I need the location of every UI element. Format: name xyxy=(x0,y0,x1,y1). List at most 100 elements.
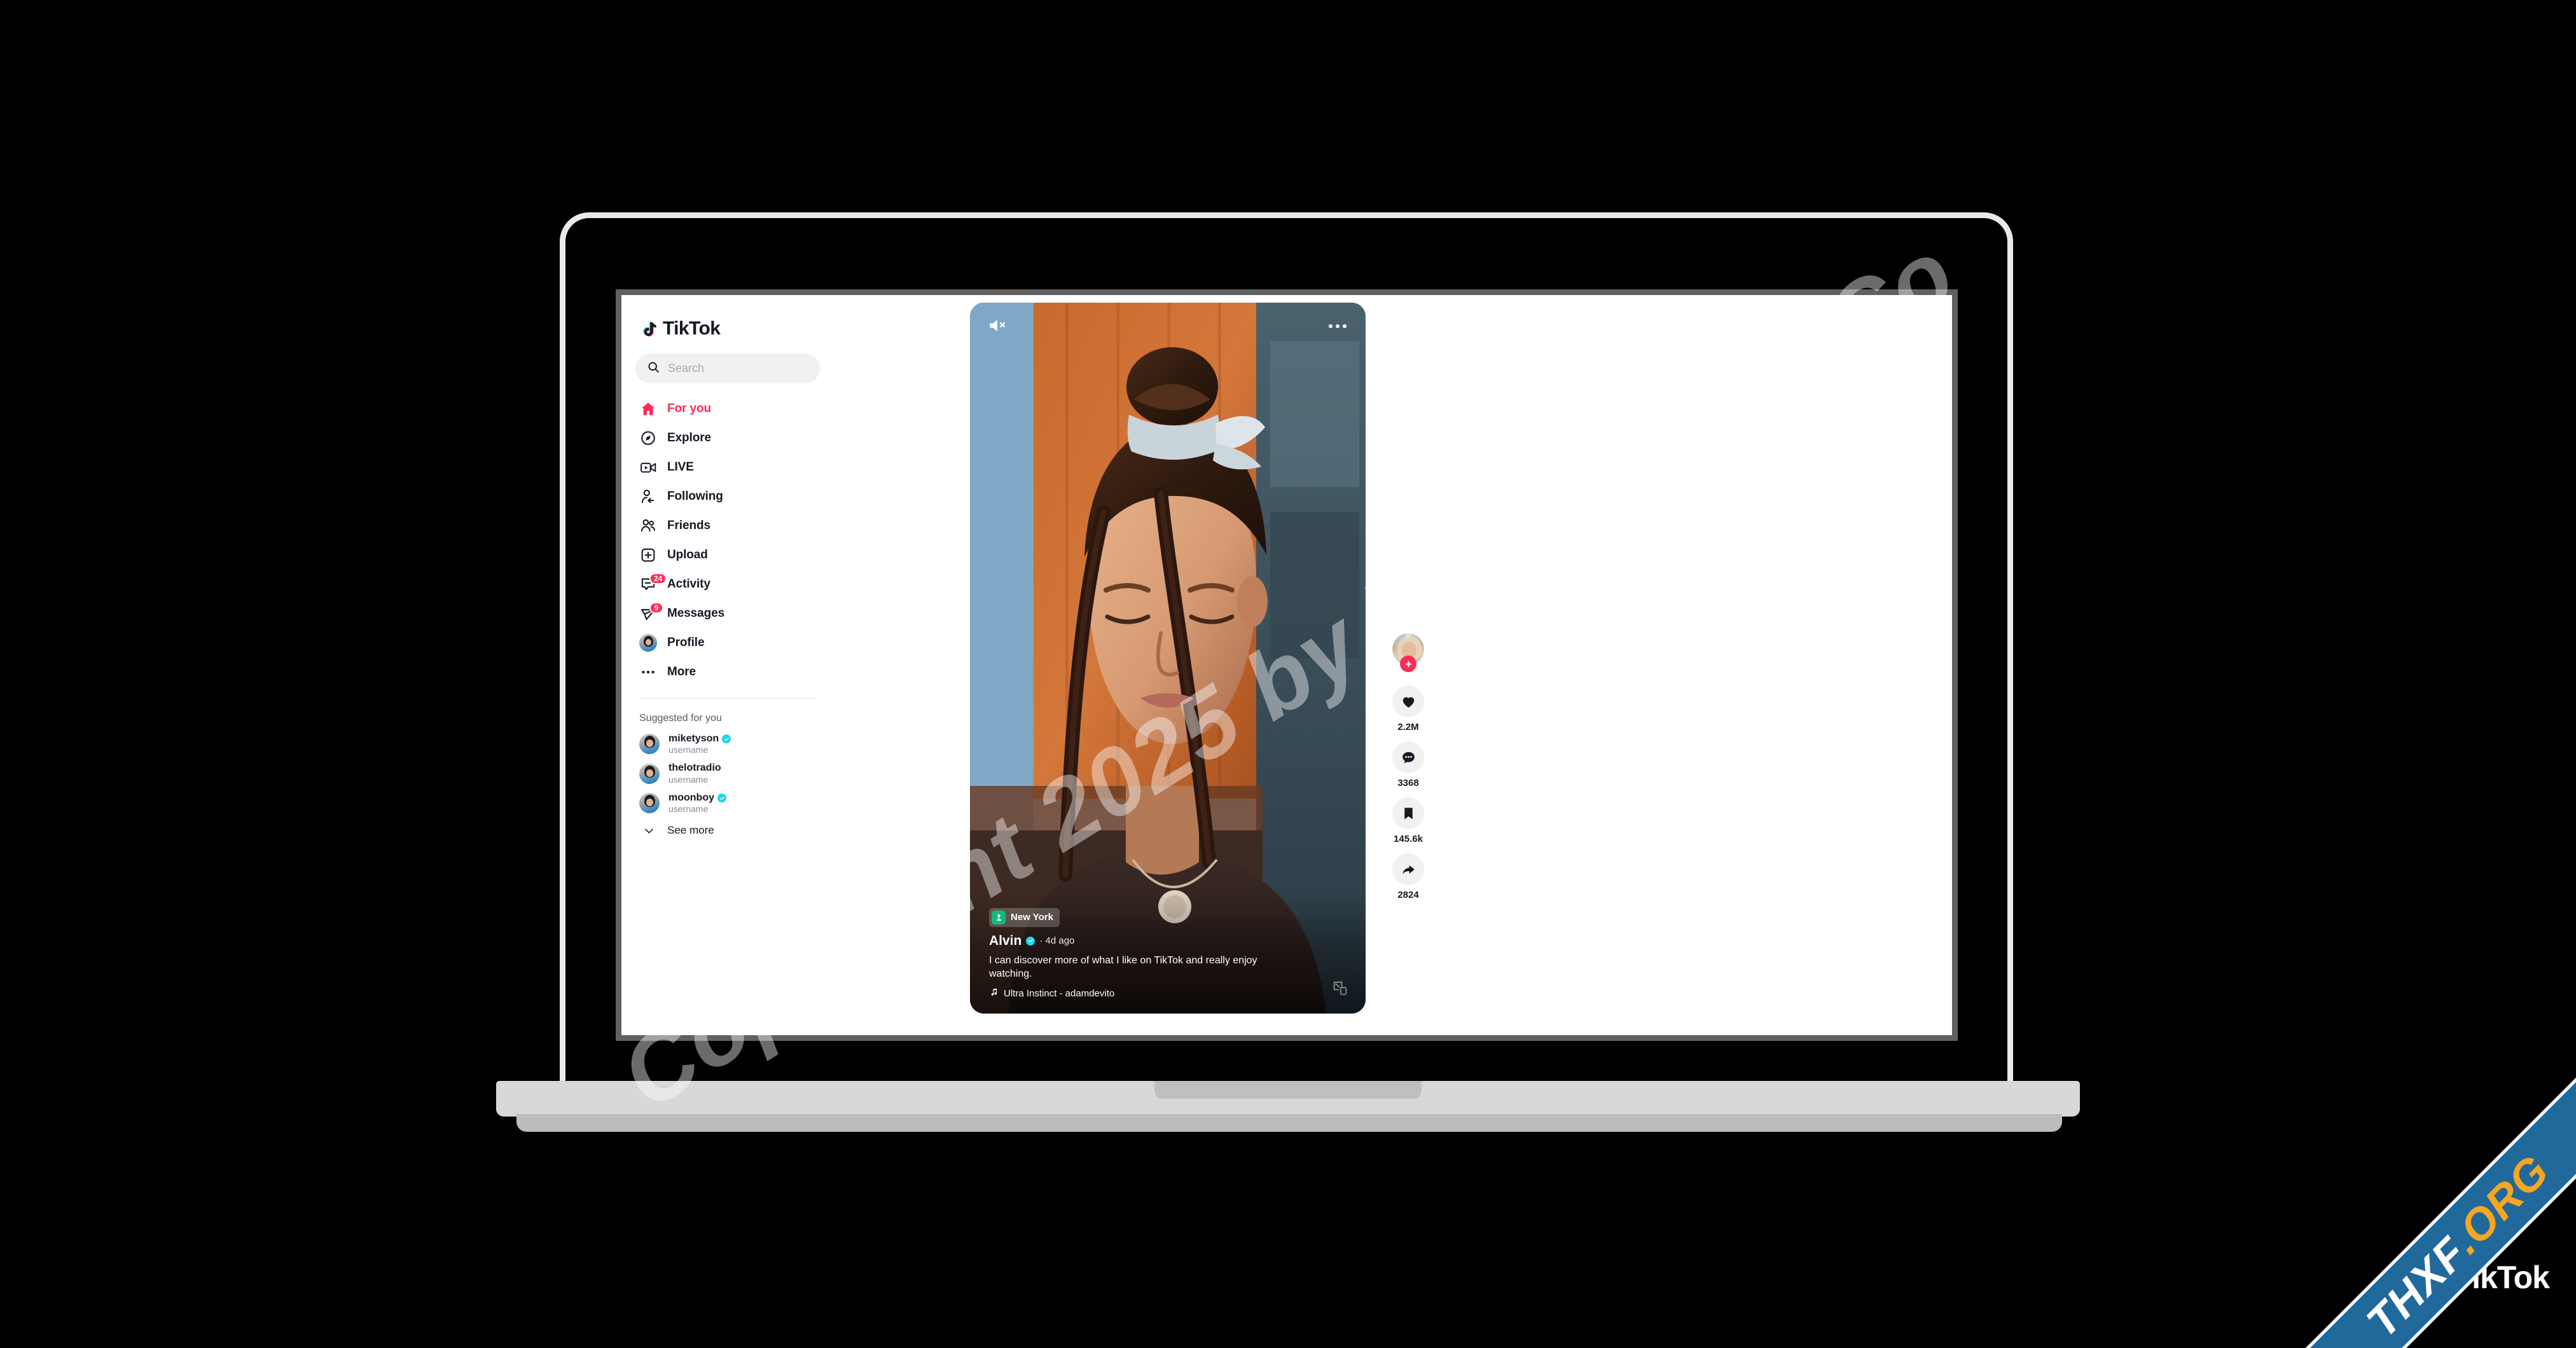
bookmark-count: 145.6k xyxy=(1394,834,1423,844)
corner-brand-watermark: TikTok xyxy=(2411,1259,2550,1296)
screenshot-stage: TikTok Search For you Explore LIVE Follo… xyxy=(0,0,2576,1348)
like-count: 2.2M xyxy=(1397,722,1419,732)
follow-author-button[interactable] xyxy=(1391,632,1425,672)
laptop-base-front xyxy=(516,1114,2062,1132)
sidebar-nav: For you Explore LIVE Following Friends U… xyxy=(635,394,820,687)
author-name: Alvin xyxy=(989,933,1022,948)
avatar-icon xyxy=(639,634,657,652)
sidebar-divider xyxy=(639,698,816,699)
avatar xyxy=(639,763,660,784)
sidebar-item-label: Activity xyxy=(667,577,710,591)
video-author[interactable]: Alvin · 4d ago xyxy=(989,933,1347,949)
sidebar-item-label: LIVE xyxy=(667,460,694,474)
laptop-base-notch xyxy=(1154,1081,1422,1099)
sidebar-item-for-you[interactable]: For you xyxy=(635,394,820,423)
activity-badge: 24 xyxy=(649,573,667,584)
plus-icon xyxy=(1400,656,1416,672)
sidebar-item-live[interactable]: LIVE xyxy=(635,453,820,482)
sidebar-item-friends[interactable]: Friends xyxy=(635,511,820,540)
video-feed: New York Alvin · 4d ago I can discover m… xyxy=(831,295,1952,1035)
bookmark-button[interactable]: 145.6k xyxy=(1392,797,1424,844)
music-note-icon xyxy=(989,987,999,1000)
brand-logo-link[interactable]: TikTok xyxy=(639,318,820,340)
sidebar-item-activity[interactable]: 24 Activity xyxy=(635,570,820,599)
search-placeholder: Search xyxy=(668,362,705,375)
share-icon xyxy=(1392,853,1424,885)
location-pin-icon xyxy=(992,910,1006,925)
share-button[interactable]: 2824 xyxy=(1392,853,1424,900)
tiktok-page: TikTok Search For you Explore LIVE Follo… xyxy=(621,295,1952,1035)
sidebar-item-label: Upload xyxy=(667,548,708,561)
suggested-name: moonboy xyxy=(668,792,714,803)
tiktok-note-icon xyxy=(2411,1260,2447,1295)
ellipsis-icon xyxy=(639,663,657,681)
see-more-label: See more xyxy=(667,824,714,837)
ribbon-secondary-text: .ORG xyxy=(2441,1145,2559,1263)
video-caption: I can discover more of what I like on Ti… xyxy=(989,954,1257,980)
thxf-ribbon: THXF .ORG xyxy=(2277,1049,2576,1348)
messages-badge: 9 xyxy=(649,602,663,614)
video-actions-rail: 2.2M 3368 145.6k 2824 xyxy=(1391,632,1425,909)
home-icon xyxy=(639,400,657,418)
suggested-username: username xyxy=(668,774,709,785)
speaker-muted-icon xyxy=(988,317,1008,337)
sidebar-item-label: Friends xyxy=(667,519,710,532)
sidebar-item-following[interactable]: Following xyxy=(635,482,820,511)
video-info-overlay: New York Alvin · 4d ago I can discover m… xyxy=(970,891,1366,1014)
send-plane-icon: 9 xyxy=(639,602,663,622)
tiktok-note-icon xyxy=(639,319,658,338)
sidebar-item-more[interactable]: More xyxy=(635,657,820,687)
location-label: New York xyxy=(1011,912,1053,923)
video-more-options-button[interactable] xyxy=(1325,315,1350,337)
verified-badge-icon xyxy=(717,794,726,803)
bookmark-icon xyxy=(1392,797,1424,829)
sidebar-item-label: Following xyxy=(667,490,723,503)
video-card[interactable]: New York Alvin · 4d ago I can discover m… xyxy=(970,303,1366,1014)
users-icon xyxy=(639,517,657,535)
like-button[interactable]: 2.2M xyxy=(1392,685,1424,732)
sidebar-item-messages[interactable]: 9 Messages xyxy=(635,599,820,628)
live-video-icon xyxy=(639,458,657,476)
brand-name: TikTok xyxy=(663,318,721,339)
list-item[interactable]: miketyson username xyxy=(639,733,820,755)
music-title: Ultra Instinct - adamdevito xyxy=(1004,988,1115,999)
sidebar-item-label: For you xyxy=(667,402,711,415)
avatar xyxy=(639,634,657,652)
user-follow-icon xyxy=(639,488,657,506)
chevron-down-icon xyxy=(641,825,657,837)
avatar xyxy=(639,734,660,755)
comment-icon xyxy=(1392,741,1424,773)
suggested-name: thelotradio xyxy=(668,762,721,774)
list-item[interactable]: moonboy username xyxy=(639,792,820,814)
suggested-title: Suggested for you xyxy=(639,713,722,724)
sidebar-item-upload[interactable]: Upload xyxy=(635,540,820,570)
mute-button[interactable] xyxy=(985,314,1011,340)
location-chip[interactable]: New York xyxy=(989,907,1060,927)
verified-badge-icon xyxy=(722,734,731,744)
see-more-button[interactable]: See more xyxy=(641,824,820,837)
search-input[interactable]: Search xyxy=(635,354,820,383)
corner-brand-text: TikTok xyxy=(2453,1260,2550,1295)
share-count: 2824 xyxy=(1397,890,1419,900)
compass-icon xyxy=(639,429,657,447)
video-timestamp: · 4d ago xyxy=(1039,935,1075,947)
plus-square-icon xyxy=(639,546,657,564)
sidebar-item-explore[interactable]: Explore xyxy=(635,423,820,453)
suggested-name: miketyson xyxy=(668,733,719,744)
comment-button[interactable]: 3368 xyxy=(1392,741,1424,788)
sidebar-item-label: Profile xyxy=(667,636,705,649)
browser-window: TikTok Search For you Explore LIVE Follo… xyxy=(616,289,1958,1041)
sidebar: TikTok Search For you Explore LIVE Follo… xyxy=(621,295,831,1035)
sidebar-item-label: Explore xyxy=(667,431,711,444)
sidebar-item-profile[interactable]: Profile xyxy=(635,628,820,657)
suggested-username: username xyxy=(668,745,709,755)
ellipsis-icon xyxy=(1329,324,1347,328)
activity-bubble-icon: 24 xyxy=(639,573,667,593)
sidebar-item-label: More xyxy=(667,665,696,678)
verified-badge-icon xyxy=(1026,936,1035,946)
sidebar-item-label: Messages xyxy=(667,607,725,620)
list-item[interactable]: thelotradio username xyxy=(639,762,820,785)
avatar xyxy=(639,793,660,814)
heart-icon xyxy=(1392,685,1424,717)
video-music-row[interactable]: Ultra Instinct - adamdevito xyxy=(989,987,1347,1000)
